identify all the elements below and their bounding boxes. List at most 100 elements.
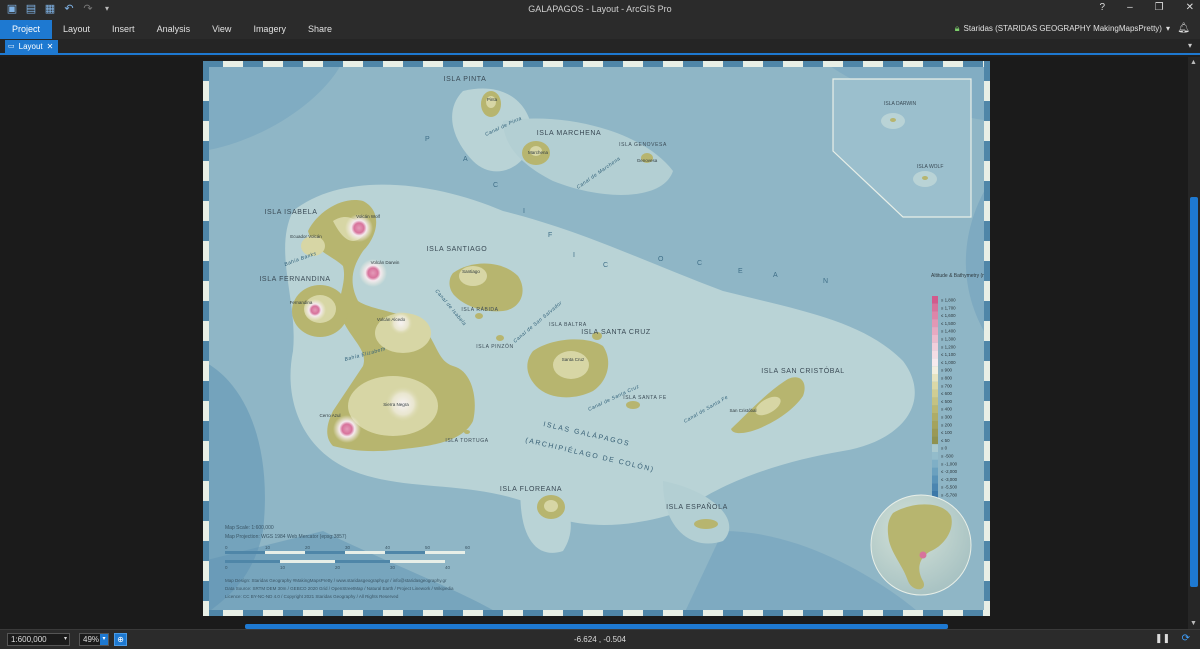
restore-button[interactable]: ❐ [1155,2,1164,13]
label-isla-santa-fe: ISLA SANTA FE [623,395,667,401]
customize-qat-icon[interactable]: ▾ [101,3,113,15]
legend-swatch [932,483,938,491]
frame-segment [203,461,209,481]
legend-label: ≤ 1,000 [941,360,956,365]
frame-segment [984,421,990,441]
legend-label: ≤ 500 [941,399,953,404]
refresh-icon[interactable]: ⟳ [1182,633,1190,644]
frame-segment [843,610,863,616]
quick-access-toolbar: ▣ ▤ ▦ ↶ ↷ ▾ [6,3,113,15]
vertical-scroll-thumb[interactable] [1190,197,1198,587]
frame-segment [403,610,423,616]
scroll-down-icon[interactable]: ▼ [1190,620,1197,627]
frame-segment [223,610,243,616]
frame-segment [984,261,990,281]
close-tab-icon[interactable]: ✕ [47,40,54,54]
label-volcan-wolf: Volcán Wolf [356,214,380,219]
frame-segment [984,81,990,101]
legend-swatch [932,350,938,359]
legend-swatch [932,342,938,351]
scalebar-mi-label: 10 [280,565,286,570]
legend-label: ≤ 900 [941,368,953,373]
svg-text:I: I [523,208,526,215]
title-bar: ▣ ▤ ▦ ↶ ↷ ▾ GALAPAGOS - Layout - ArcGIS … [0,0,1200,20]
svg-text:C: C [697,260,703,267]
svg-text:I: I [573,252,576,259]
frame-segment [483,61,503,67]
frame-segment [743,61,763,67]
frame-segment [703,61,723,67]
new-project-icon[interactable]: ▣ [6,3,18,15]
frame-segment [683,61,703,67]
legend-label: ≤ 100 [941,430,953,435]
tab-list-icon[interactable]: ▾ [1188,41,1192,50]
tab-insert[interactable]: Insert [101,20,146,39]
frame-segment [723,610,743,616]
legend-label: ≤ 1,100 [941,352,956,357]
frame-segment [203,401,209,421]
frame-segment [943,61,963,67]
label-volcan-alcedo: Volcán Alcedo [377,317,406,322]
legend-label: ≤ 400 [941,407,953,412]
frame-segment [443,61,463,67]
open-project-icon[interactable]: ▤ [25,3,37,15]
frame-segment [223,61,243,67]
label-isla-genovesa: ISLA GENOVESA [619,142,667,148]
legend-swatch [932,436,938,445]
legend-swatch [932,467,938,476]
frame-segment [963,610,983,616]
island-pinzon [496,335,504,341]
label-peak-marchena: Marchena [528,150,549,155]
tab-share[interactable]: Share [297,20,343,39]
tab-imagery[interactable]: Imagery [242,20,297,39]
label-isla-pinta: ISLA PINTA [444,76,487,83]
vertical-scrollbar[interactable]: ▲ ▼ [1188,57,1200,629]
frame-segment [663,61,683,67]
label-isla-darwin: ISLA DARWIN [884,101,917,107]
label-volcan-ecuador: Ecuador Volcán [290,234,322,239]
svg-text:C: C [493,182,499,189]
notification-bell-icon[interactable]: 🔔︎ [1177,23,1190,34]
frame-segment [623,61,643,67]
label-sierra-negra: Sierra Negra [383,402,409,407]
credits-line-2: Data Source: SRTM DEM 30m / GEBCO 2020 G… [225,586,454,591]
frame-segment [543,61,563,67]
legend-label: ≤ 1,300 [941,337,956,342]
frame-segment [984,481,990,501]
frame-segment [263,61,283,67]
window-controls: ? – ❐ ✕ [1100,2,1194,13]
window-title: GALAPAGOS - Layout - ArcGIS Pro [528,4,672,14]
frame-segment [583,61,603,67]
frame-segment [403,61,423,67]
legend-swatch [932,405,938,413]
legend-label: ≤ 300 [941,415,953,420]
frame-segment [783,61,803,67]
frame-segment [863,610,883,616]
frame-segment [903,61,923,67]
frame-segment [283,610,303,616]
island-rabida [475,313,483,319]
pause-drawing-icon[interactable]: ❚❚ [1155,633,1170,644]
frame-segment [203,321,209,341]
tab-analysis[interactable]: Analysis [146,20,202,39]
minimize-button[interactable]: – [1127,2,1133,13]
frame-segment [984,241,990,261]
redo-icon[interactable]: ↷ [82,3,94,15]
tab-project[interactable]: Project [0,20,53,39]
scalebar-mi-label: 30 [390,565,396,570]
island-santa-fe [626,401,640,409]
tab-layout[interactable]: Layout [52,20,101,39]
tab-layout-document[interactable]: ▭ Layout ✕ [5,40,59,54]
undo-icon[interactable]: ↶ [63,3,75,15]
scroll-up-icon[interactable]: ▲ [1190,59,1197,66]
user-account[interactable]: 🔒︎ Staridas (STARIDAS GEOGRAPHY MakingMa… [955,23,1170,34]
frame-segment [203,521,209,541]
save-project-icon[interactable]: ▦ [44,3,56,15]
legend-swatch [932,381,938,390]
map-layout-page[interactable]: ISLA PINTA ISLA MARCHENA ISLA GENOVESA I… [203,61,990,616]
close-button[interactable]: ✕ [1186,2,1194,13]
legend-label: ≤ -2,000 [941,469,958,474]
legend-swatch [932,296,938,304]
help-button[interactable]: ? [1100,2,1106,13]
tab-view[interactable]: View [201,20,242,39]
